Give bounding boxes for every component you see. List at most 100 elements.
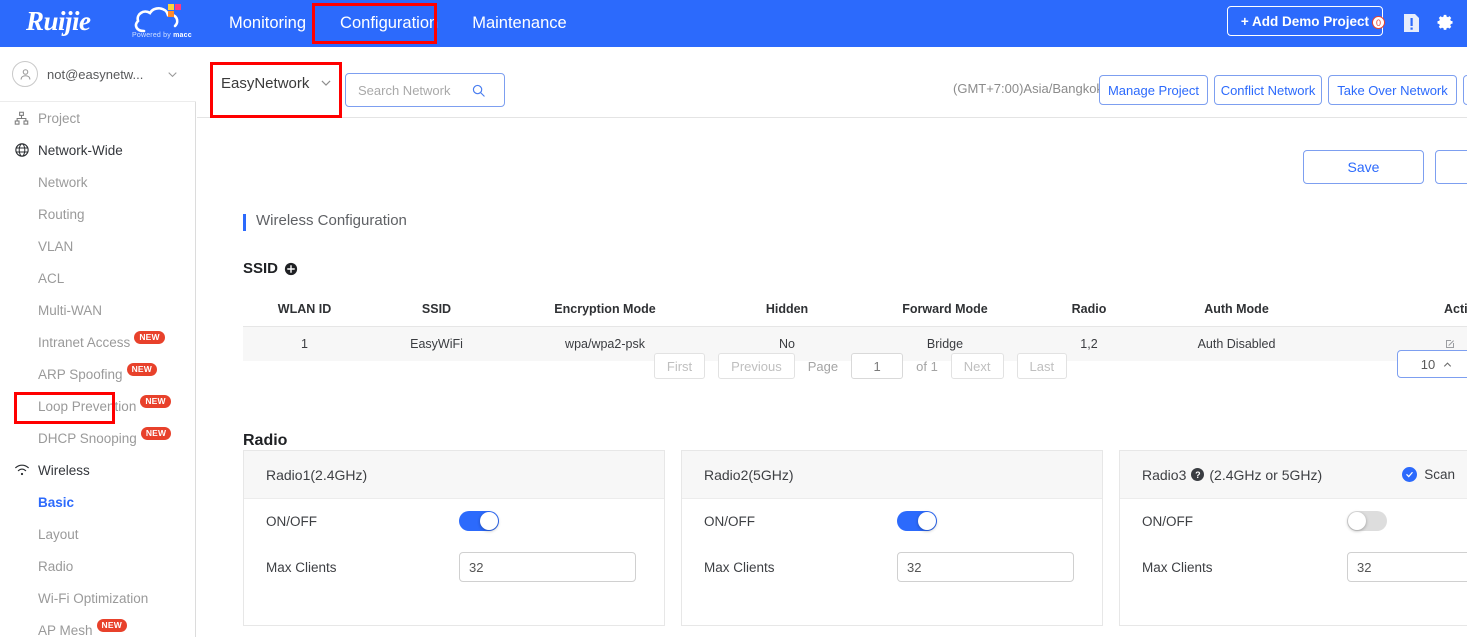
radio1-card: Radio1(2.4GHz) ON/OFF Max Clients: [243, 450, 665, 626]
search-input[interactable]: [358, 82, 463, 98]
sidebar-item-wifi-optimization[interactable]: Wi-Fi Optimization: [0, 582, 195, 614]
chevron-down-icon[interactable]: [166, 68, 179, 81]
pagination-last-button[interactable]: Last: [1016, 353, 1068, 379]
page-size-selector[interactable]: 10: [1397, 350, 1467, 378]
sidebar-item-dhcp-snooping[interactable]: DHCP Snooping NEW: [0, 422, 195, 454]
ssid-heading: SSID: [243, 260, 298, 277]
sidebar-item-layout[interactable]: Layout: [0, 518, 195, 550]
chevron-down-icon: [321, 80, 331, 86]
column-header-hidden: Hidden: [765, 302, 809, 316]
sidebar-item-wireless[interactable]: Wireless: [0, 454, 195, 486]
network-selector-label: EasyNetwork: [221, 74, 310, 92]
sidebar-item-intranet-access[interactable]: Intranet Access NEW: [0, 326, 195, 358]
radio3-card: Radio3 ? (2.4GHz or 5GHz) Scan Ac ON/OFF…: [1119, 450, 1467, 626]
nav-item-maintenance[interactable]: Maintenance: [455, 0, 583, 47]
radio3-header: Radio3 ? (2.4GHz or 5GHz) Scan Ac: [1120, 451, 1467, 499]
sidebar-item-network-wide[interactable]: Network-Wide: [0, 134, 195, 166]
radio1-title: Radio1(2.4GHz): [244, 451, 664, 499]
column-header-radio: Radio: [1071, 302, 1107, 316]
new-badge: NEW: [96, 619, 127, 632]
radio3-onoff-label: ON/OFF: [1142, 513, 1193, 529]
section-title: Wireless Configuration: [243, 212, 407, 231]
brand-logo[interactable]: Ruijie Powered by macc: [26, 2, 206, 46]
radio2-onoff-toggle[interactable]: [897, 511, 937, 531]
sidebar-item-label: Radio: [38, 558, 74, 574]
overflow-button[interactable]: [1463, 75, 1467, 105]
account-selector[interactable]: not@easynetw...: [0, 47, 196, 102]
nav-item-configuration[interactable]: Configuration: [323, 0, 455, 47]
main-nav: Monitoring Configuration Maintenance: [212, 0, 584, 47]
alert-icon[interactable]: 0: [1372, 11, 1423, 40]
page-size-value: 10: [1420, 356, 1436, 372]
column-header-auth-mode: Auth Mode: [1204, 302, 1269, 316]
pagination-next-button[interactable]: Next: [950, 353, 1004, 379]
sidebar-item-label: ARP Spoofing: [38, 366, 123, 382]
sidebar-item-routing[interactable]: Routing: [0, 198, 195, 230]
sidebar-item-project[interactable]: Project: [0, 102, 195, 134]
radio2-onoff-row: ON/OFF: [682, 499, 1102, 543]
radio1-onoff-toggle[interactable]: [459, 511, 499, 531]
radio3-mode-scan[interactable]: Scan: [1402, 467, 1455, 482]
sidebar-item-label: VLAN: [38, 238, 74, 254]
pagination-page-label: Page: [807, 358, 839, 374]
radio-section-title: Radio: [243, 432, 288, 449]
save-button[interactable]: Save: [1303, 150, 1424, 184]
sidebar-item-label: Loop Prevention: [38, 398, 137, 414]
column-header-forward-mode: Forward Mode: [902, 302, 988, 316]
radio2-max-clients-input[interactable]: [897, 552, 1074, 582]
take-over-network-button[interactable]: Take Over Network: [1328, 75, 1457, 105]
network-selector[interactable]: EasyNetwork: [217, 67, 337, 99]
radio3-max-clients-row: Max Clients: [1120, 545, 1467, 589]
radio3-band-label: (2.4GHz or 5GHz): [1209, 466, 1323, 483]
chevron-up-icon: [1444, 361, 1452, 367]
sidebar-item-acl[interactable]: ACL: [0, 262, 195, 294]
add-demo-project-button[interactable]: + Add Demo Project: [1226, 6, 1383, 36]
avatar: [12, 61, 38, 87]
help-icon[interactable]: ?: [1191, 468, 1205, 481]
pagination-page-input[interactable]: [851, 353, 904, 379]
sidebar-item-label: Wi-Fi Optimization: [38, 590, 149, 606]
sidebar-item-network[interactable]: Network: [0, 166, 195, 198]
sidebar-item-label: Network-Wide: [38, 142, 123, 158]
sidebar-item-vlan[interactable]: VLAN: [0, 230, 195, 262]
secondary-action-button[interactable]: [1435, 150, 1467, 184]
logo-tagline: Powered by macc: [132, 32, 192, 39]
radio2-max-clients-label: Max Clients: [704, 559, 775, 575]
radio3-max-clients-input[interactable]: [1347, 552, 1467, 582]
radio2-onoff-label: ON/OFF: [704, 513, 755, 529]
sidebar-item-label: Layout: [38, 526, 79, 542]
sidebar-item-arp-spoofing[interactable]: ARP Spoofing NEW: [0, 358, 195, 390]
sidebar-item-label: Network: [38, 174, 88, 190]
manage-project-button[interactable]: Manage Project: [1099, 75, 1208, 105]
radio3-onoff-toggle[interactable]: [1347, 511, 1387, 531]
main-content: Save Wireless Configuration SSID WLAN ID…: [197, 118, 1467, 637]
pagination-first-button[interactable]: First: [653, 353, 706, 379]
sidebar-item-label: Wireless: [38, 462, 90, 478]
radio1-max-clients-input[interactable]: [459, 552, 636, 582]
gear-icon[interactable]: [1433, 11, 1455, 38]
conflict-network-button[interactable]: Conflict Network: [1214, 75, 1322, 105]
radio1-onoff-label: ON/OFF: [266, 513, 317, 529]
ssid-heading-label: SSID: [243, 260, 279, 277]
column-header-action: Action: [1444, 302, 1467, 316]
new-badge: NEW: [140, 395, 171, 408]
logo-wordmark: Ruijie: [26, 6, 91, 36]
radio2-card: Radio2(5GHz) ON/OFF Max Clients: [681, 450, 1103, 626]
sidebar-item-ap-mesh[interactable]: AP Mesh NEW: [0, 614, 195, 637]
timezone-label: (GMT+7:00)Asia/Bangkok: [953, 81, 1103, 96]
nav-item-monitoring[interactable]: Monitoring: [212, 0, 323, 47]
plus-circle-icon[interactable]: [284, 262, 298, 276]
sidebar-item-loop-prevention[interactable]: Loop Prevention NEW: [0, 390, 195, 422]
table-header-row: WLAN ID SSID Encryption Mode Hidden Forw…: [243, 292, 1467, 326]
wifi-icon: [14, 463, 38, 477]
sidebar-item-multi-wan[interactable]: Multi-WAN: [0, 294, 195, 326]
sidebar-item-basic[interactable]: Basic: [0, 486, 195, 518]
radio2-max-clients-row: Max Clients: [682, 545, 1102, 589]
search-network-box[interactable]: [345, 73, 505, 107]
top-header: Ruijie Powered by macc Monitoring Config…: [0, 0, 1467, 47]
radio2-title: Radio2(5GHz): [682, 451, 1102, 499]
pagination-previous-button[interactable]: Previous: [718, 353, 795, 379]
search-icon[interactable]: [471, 83, 486, 98]
sidebar-item-radio[interactable]: Radio: [0, 550, 195, 582]
column-header-ssid: SSID: [421, 302, 452, 316]
